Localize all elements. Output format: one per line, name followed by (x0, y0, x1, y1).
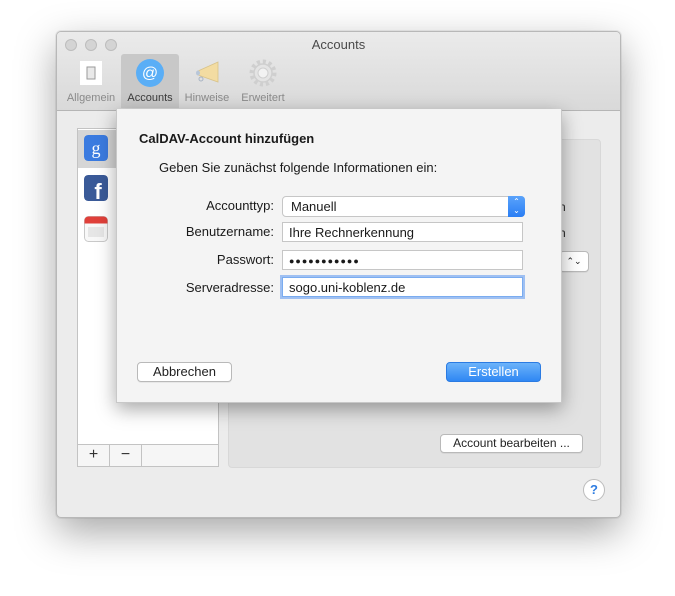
dialog-subtitle: Geben Sie zunächst folgende Informatione… (159, 160, 438, 175)
megaphone-icon (196, 61, 219, 83)
select-arrows-icon: ⌃ ⌄ (508, 196, 525, 217)
toolbar-label: Hinweise (184, 92, 230, 104)
create-button[interactable]: Erstellen (446, 362, 541, 382)
gear-icon (249, 59, 277, 87)
username-field[interactable]: Ihre Rechnerkennung (282, 222, 523, 242)
svg-text:f: f (94, 179, 102, 201)
svg-text:g: g (92, 138, 101, 158)
list-footer: + − (77, 444, 219, 467)
username-label: Benutzername: (185, 224, 274, 239)
switch-icon (80, 61, 102, 85)
dialog-title: CalDAV-Account hinzufügen (139, 131, 315, 146)
cancel-button[interactable]: Abbrechen (137, 362, 232, 382)
remove-account-button[interactable]: − (110, 445, 142, 466)
toolbar-tab-erweitert[interactable]: Erweitert (235, 54, 291, 108)
server-label: Serveradresse: (185, 280, 274, 295)
toolbar-tab-accounts[interactable]: @ Accounts (121, 54, 179, 108)
google-icon: g (84, 135, 108, 161)
toolbar-label: Erweitert (241, 92, 285, 104)
toolbar-tab-allgemein[interactable]: Allgemein (62, 54, 120, 108)
account-type-value: Manuell (291, 199, 337, 214)
window-title: Accounts (311, 37, 366, 52)
title-bar: Accounts Allgemein @ Accounts Hinweise E… (57, 32, 620, 111)
facebook-icon: f (84, 175, 108, 201)
add-account-button[interactable]: + (78, 445, 110, 466)
toolbar-label: Accounts (127, 92, 173, 104)
calendar-icon (84, 216, 108, 242)
help-button[interactable]: ? (583, 479, 605, 501)
toolbar-tab-hinweise[interactable]: Hinweise (181, 54, 233, 108)
detail-select[interactable]: ⌃⌄ (559, 251, 589, 272)
server-address-field[interactable]: sogo.uni-koblenz.de (282, 277, 523, 297)
account-type-label: Accounttyp: (206, 198, 274, 213)
svg-text:@: @ (142, 65, 158, 82)
at-sign-icon: @ (136, 59, 164, 87)
add-caldav-account-dialog: CalDAV-Account hinzufügen Geben Sie zunä… (116, 109, 562, 403)
password-label: Passwort: (216, 252, 274, 267)
account-type-select[interactable]: Manuell ⌃ ⌄ (282, 196, 525, 217)
password-field[interactable]: ●●●●●●●●●●● (282, 250, 523, 270)
edit-account-button[interactable]: Account bearbeiten ... (440, 434, 583, 453)
toolbar-label: Allgemein (66, 92, 116, 104)
